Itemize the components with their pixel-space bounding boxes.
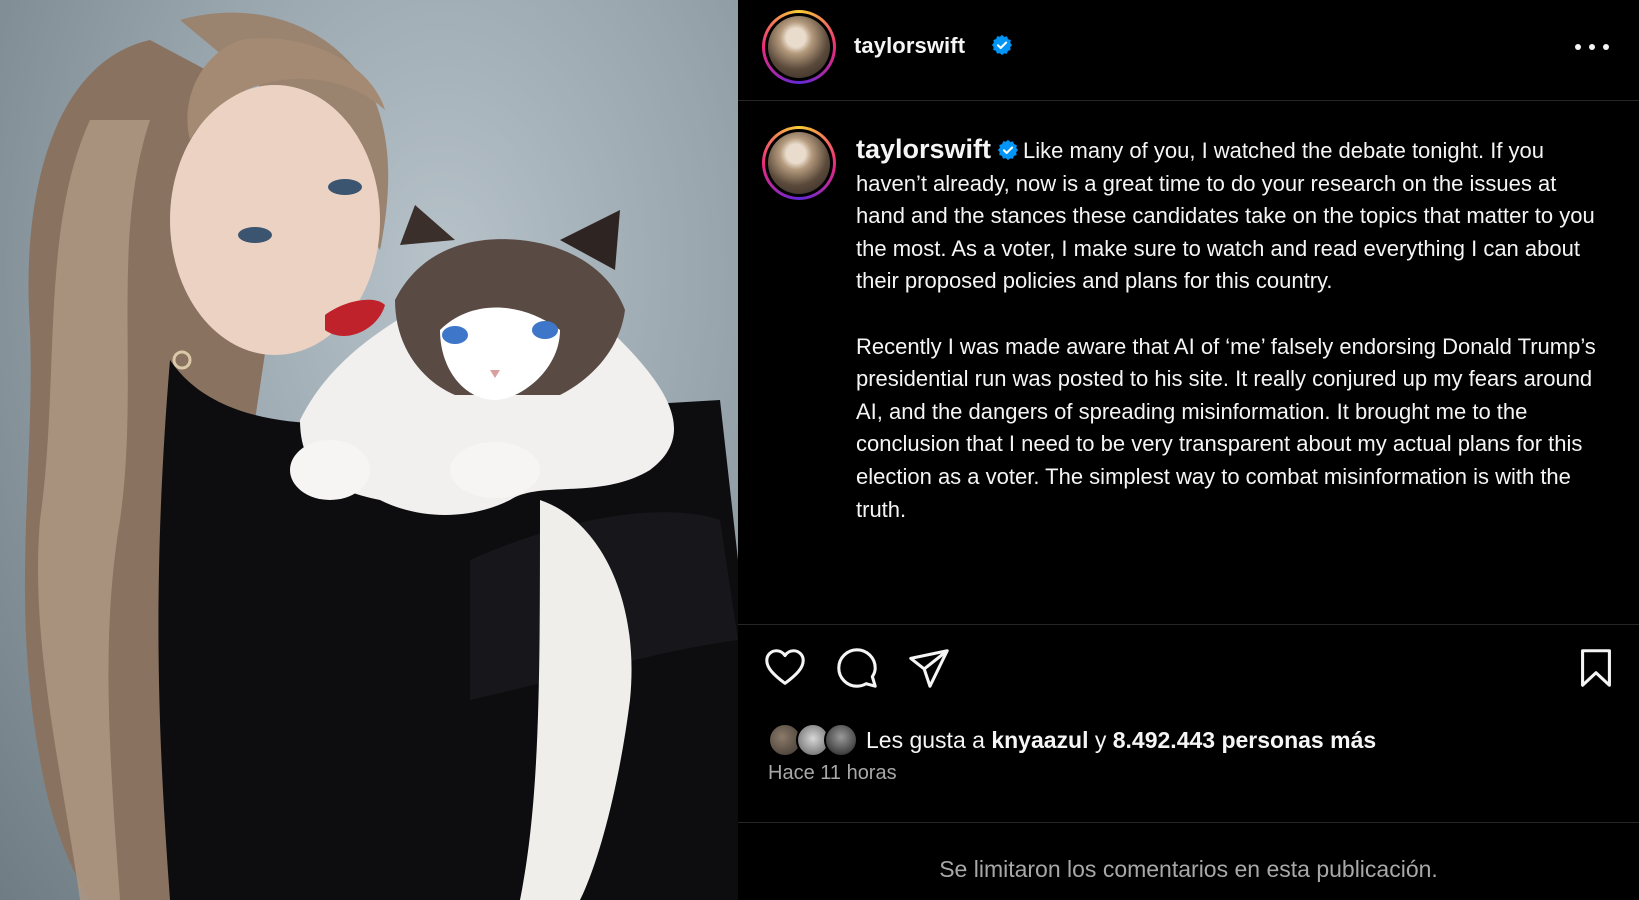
likes-prefix: Les gusta a: [866, 726, 985, 753]
more-options-button[interactable]: [1575, 38, 1609, 56]
photo-illustration: [24, 12, 738, 900]
caption-text-2: Recently I was made aware that AI of ‘me…: [856, 333, 1596, 522]
verified-badge-icon: [991, 34, 1013, 56]
caption-paragraph: Recently I was made aware that AI of ‘me…: [856, 331, 1596, 527]
caption-paragraph: taylorswift Like many of you, I watched t…: [856, 133, 1596, 298]
post-photo[interactable]: [0, 0, 738, 900]
likes-summary[interactable]: Les gusta a knyaazul y 8.492.443 persona…: [866, 727, 1376, 754]
share-icon: [909, 649, 949, 688]
caption-author-avatar[interactable]: [762, 126, 836, 200]
share-button[interactable]: [906, 645, 952, 691]
comment-button[interactable]: [834, 645, 880, 691]
post-side-panel: taylorswift taylorswift Like many of you,…: [738, 0, 1639, 900]
likes-row: Les gusta a knyaazul y 8.492.443 persona…: [768, 722, 1376, 758]
heart-icon: [765, 649, 805, 685]
more-dot: [1575, 44, 1581, 50]
like-button[interactable]: [762, 645, 808, 691]
author-username[interactable]: taylorswift: [854, 33, 965, 59]
post-timestamp[interactable]: Hace 11 horas: [768, 762, 897, 785]
post-header: taylorswift: [738, 0, 1639, 101]
likes-count[interactable]: 8.492.443 personas más: [1113, 727, 1376, 753]
avatar: [824, 723, 858, 757]
comment-icon: [837, 648, 877, 688]
comments-limited-notice: Se limitaron los comentarios en esta pub…: [939, 856, 1438, 882]
divider: [738, 624, 1639, 625]
more-dot: [1589, 44, 1595, 50]
verified-badge-icon: [997, 139, 1019, 161]
liker-avatars[interactable]: [768, 722, 860, 758]
instagram-post: taylorswift taylorswift Like many of you,…: [0, 0, 1639, 900]
bookmark-icon: [1581, 649, 1611, 687]
likes-connector: y: [1094, 726, 1107, 753]
save-button[interactable]: [1573, 645, 1619, 691]
liker-username[interactable]: knyaazul: [991, 727, 1088, 753]
caption-username[interactable]: taylorswift: [856, 134, 991, 164]
divider: [738, 822, 1639, 823]
post-caption: taylorswift Like many of you, I watched t…: [856, 133, 1596, 526]
more-dot: [1603, 44, 1609, 50]
action-bar: [738, 645, 1639, 695]
author-avatar[interactable]: [762, 10, 836, 84]
